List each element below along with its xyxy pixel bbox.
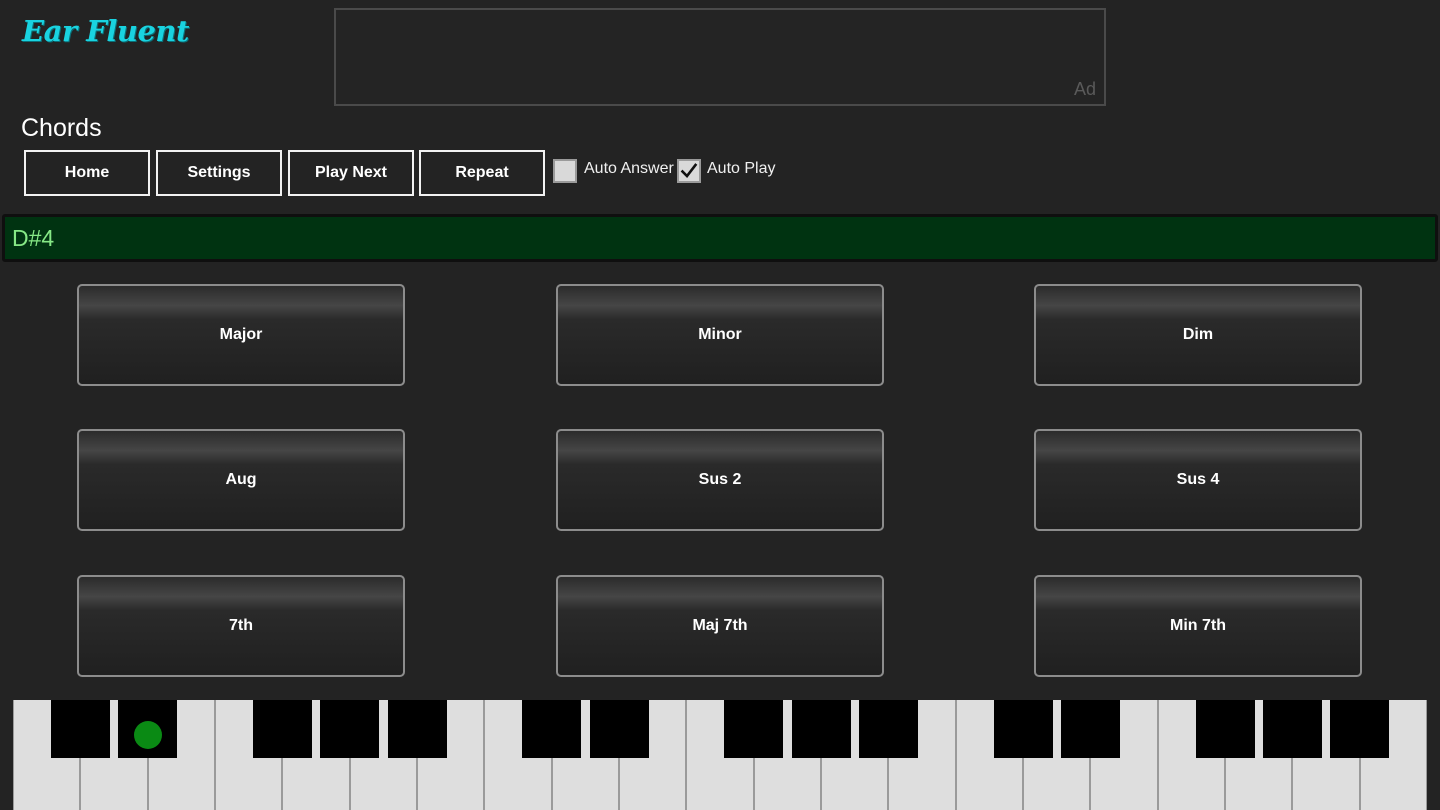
chord-button-sus2[interactable]: Sus 2 [556,429,884,531]
app-logo: Ear Fluent [22,14,189,48]
piano-black-key[interactable] [1195,700,1255,758]
piano-black-key[interactable] [724,700,784,758]
piano-black-key[interactable] [1060,700,1120,758]
piano-black-key[interactable] [1262,700,1322,758]
status-bar: D#4 [2,214,1438,262]
play-next-button[interactable]: Play Next [288,150,414,196]
piano-keyboard [13,700,1427,810]
piano-black-key[interactable] [50,700,110,758]
piano-black-key[interactable] [993,700,1053,758]
piano-black-key[interactable] [589,700,649,758]
active-note-indicator [134,721,163,749]
chord-button-major[interactable]: Major [77,284,405,386]
piano-black-key[interactable] [1330,700,1390,758]
ad-banner[interactable]: Ad [334,8,1106,106]
piano-black-key[interactable] [387,700,447,758]
chord-button-min7th[interactable]: Min 7th [1034,575,1362,677]
auto-play-label: Auto Play [707,160,776,177]
current-note-text: D#4 [12,224,55,251]
piano-black-key[interactable] [252,700,312,758]
ad-label: Ad [1073,79,1096,99]
piano-black-key[interactable] [118,700,178,758]
chord-button-aug[interactable]: Aug [77,429,405,531]
piano-black-key[interactable] [791,700,851,758]
chord-button-sus4[interactable]: Sus 4 [1034,429,1362,531]
settings-button[interactable]: Settings [156,150,282,196]
piano-black-key[interactable] [858,700,918,758]
repeat-button[interactable]: Repeat [419,150,545,196]
chord-button-7th[interactable]: 7th [77,575,405,677]
piano-black-key[interactable] [320,700,380,758]
auto-answer-label: Auto Answer [584,160,674,177]
home-button[interactable]: Home [24,150,150,196]
auto-answer-checkbox[interactable] [553,159,577,183]
piano-black-key[interactable] [522,700,582,758]
checkmark-icon [680,163,698,178]
chord-button-minor[interactable]: Minor [556,284,884,386]
chord-button-dim[interactable]: Dim [1034,284,1362,386]
page-title: Chords [21,114,102,142]
auto-play-checkbox[interactable] [677,159,701,183]
chord-button-maj7th[interactable]: Maj 7th [556,575,884,677]
